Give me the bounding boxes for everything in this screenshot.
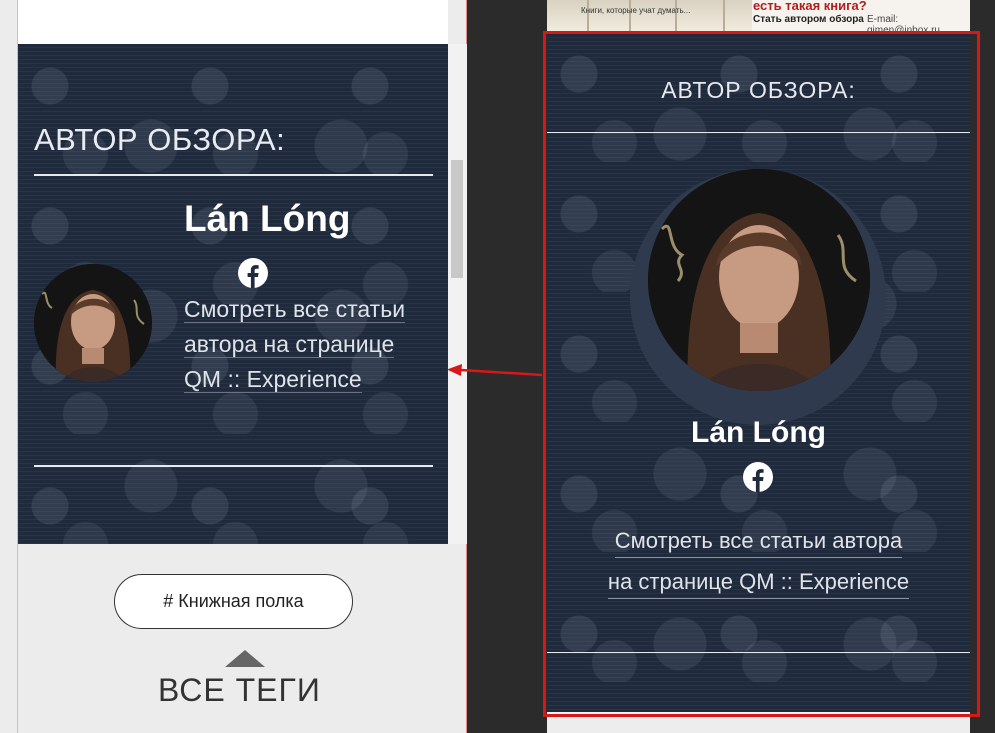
author-card-mobile: АВТОР ОБЗОРА: Lán Lóng Смотреть все стат… — [18, 44, 448, 544]
banner-question: есть такая книга? — [753, 0, 867, 13]
banner-tagline: Книги, которые учат думать... — [581, 6, 691, 15]
author-articles-link-text: Смотреть все статьи автора на странице Q… — [184, 296, 406, 393]
banner-books-image — [547, 0, 752, 32]
mobile-view-panel: АВТОР ОБЗОРА: Lán Lóng Смотреть все стат… — [0, 0, 467, 733]
all-tags-label[interactable]: ВСЕ ТЕГИ — [158, 672, 321, 709]
divider-bottom — [34, 465, 433, 467]
divider-top — [34, 174, 433, 176]
shelf-divider — [723, 0, 725, 32]
author-name[interactable]: Lán Lóng — [184, 198, 350, 240]
scrollbar-thumb[interactable] — [451, 160, 463, 278]
banner-become-author[interactable]: Стать автором обзора — [753, 14, 864, 25]
scrollbar-track[interactable] — [448, 44, 467, 544]
top-white-area — [18, 0, 448, 44]
author-heading: АВТОР ОБЗОРА: — [34, 122, 286, 157]
shelf-divider — [629, 0, 631, 32]
highlight-box — [543, 31, 980, 717]
banner-email[interactable]: E-mail: qimen@inbox.ru — [867, 14, 970, 32]
tag-button-bookshelf[interactable]: # Книжная полка — [114, 574, 353, 629]
author-articles-link[interactable]: Смотреть все статьи автора на странице Q… — [184, 292, 414, 397]
scroll-up-triangle-icon[interactable] — [225, 650, 265, 667]
facebook-icon[interactable] — [238, 258, 268, 288]
ad-banner[interactable]: Книги, которые учат думать... есть такая… — [547, 0, 970, 32]
shelf-divider — [675, 0, 677, 32]
arrow-left-icon — [447, 364, 542, 377]
left-gutter — [0, 0, 18, 733]
shelf-divider — [587, 0, 589, 32]
author-avatar[interactable] — [34, 264, 152, 382]
